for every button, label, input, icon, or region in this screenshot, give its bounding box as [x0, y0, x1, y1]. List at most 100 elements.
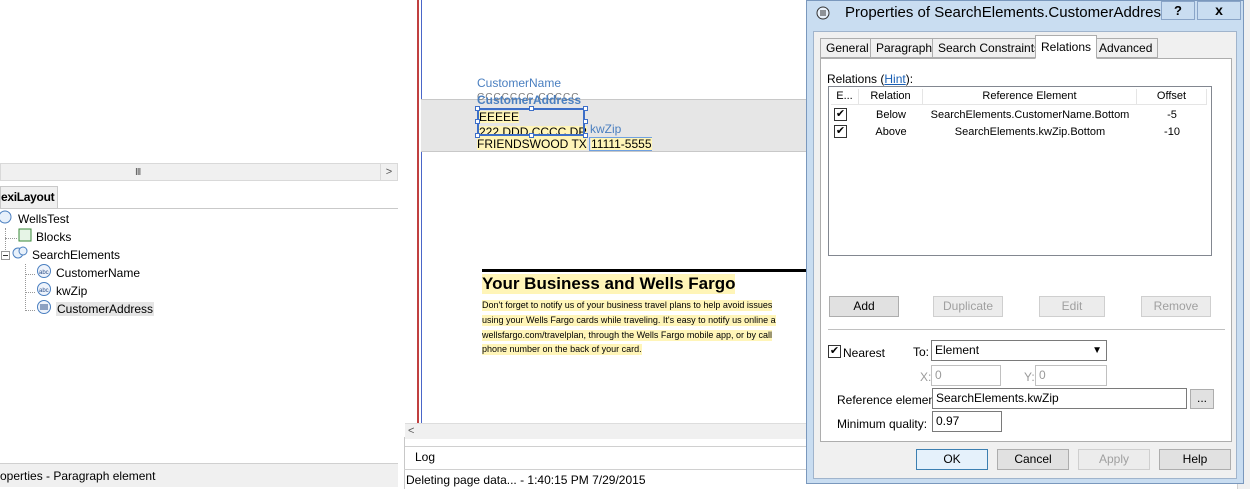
globe-icon — [0, 210, 14, 229]
doc-line-zip: 11111-5555 — [591, 137, 652, 151]
tree-connector — [25, 292, 35, 293]
doc-line-city: FRIENDSWOOD TX — [477, 137, 587, 151]
svg-text:abc: abc — [39, 270, 49, 276]
duplicate-button[interactable]: Duplicate — [933, 296, 1003, 317]
left-status-bar: operties - Paragraph element — [0, 463, 398, 487]
edit-button[interactable]: Edit — [1039, 296, 1105, 317]
properties-dialog: Properties of SearchElements.CustomerAdd… — [806, 0, 1244, 484]
row-relation: Above — [875, 126, 907, 138]
tab-general[interactable]: General — [820, 38, 875, 58]
relations-label: Relations (Hint): — [827, 72, 913, 86]
row-reference: SearchElements.CustomerName.Bottom — [930, 109, 1130, 121]
block-icon — [18, 228, 32, 247]
title-help-button[interactable]: ? — [1161, 1, 1195, 20]
scroll-left-arrow[interactable]: < — [408, 425, 414, 437]
scroll-right-arrow[interactable]: > — [380, 164, 397, 180]
relations-label-text: Relations ( — [827, 72, 885, 86]
to-select[interactable]: Element ▼ — [931, 340, 1107, 361]
element-label-customeraddress[interactable]: CustomerAddress — [477, 93, 581, 107]
row-reference: SearchElements.kwZip.Bottom — [954, 126, 1106, 138]
tree-item-label: WellsTest — [18, 212, 70, 226]
selected-element-box[interactable] — [477, 108, 585, 136]
resize-handle[interactable] — [529, 106, 534, 111]
minimum-quality-label: Minimum quality: — [837, 417, 928, 431]
document-canvas[interactable] — [404, 0, 806, 437]
column-header-relation[interactable]: Relation — [859, 89, 923, 105]
margin-line — [421, 0, 422, 423]
tree-item-kwzip[interactable]: abc kwZip — [36, 282, 87, 300]
log-panel — [405, 446, 806, 469]
tab-search-constraints[interactable]: Search Constraints — [932, 38, 1047, 58]
nearest-label: Nearest — [843, 346, 886, 360]
tab-log[interactable]: Log — [415, 450, 435, 464]
row-offset: -10 — [1164, 126, 1180, 138]
add-button[interactable]: Add — [829, 296, 899, 317]
tree-item-customeraddress[interactable]: CustomerAddress — [36, 300, 155, 319]
column-header-offset[interactable]: Offset — [1137, 89, 1207, 105]
relations-list[interactable]: E... Relation Reference Element Offset ✔… — [828, 86, 1212, 256]
tree-item-wellstest[interactable]: WellsTest — [0, 210, 69, 228]
y-field[interactable]: 0 — [1035, 365, 1107, 386]
chevron-down-icon: ▼ — [1092, 345, 1102, 356]
svg-text:abc: abc — [39, 288, 49, 294]
horizontal-scrollbar[interactable]: III > — [0, 163, 398, 181]
ok-button[interactable]: OK — [916, 449, 988, 470]
tab-divider — [0, 208, 398, 209]
article-title: Your Business and Wells Fargo — [482, 274, 736, 294]
relations-panel: Relations (Hint): E... Relation Referenc… — [820, 58, 1232, 442]
browse-button[interactable]: ... — [1190, 389, 1214, 409]
y-label: Y: — [1024, 370, 1035, 384]
tree-item-label: Blocks — [36, 230, 72, 244]
cancel-button[interactable]: Cancel — [997, 449, 1069, 470]
minimum-quality-field[interactable]: 0.97 — [932, 411, 1002, 432]
resize-handle[interactable] — [583, 106, 588, 111]
title-close-button[interactable]: x — [1197, 1, 1241, 20]
resize-handle[interactable] — [475, 106, 480, 111]
resize-handle[interactable] — [583, 119, 588, 124]
element-label-kwzip[interactable]: kwZip — [590, 122, 621, 136]
tab-relations[interactable]: Relations — [1035, 35, 1098, 59]
x-label: X: — [920, 370, 932, 384]
resize-handle[interactable] — [475, 119, 480, 124]
text-element-icon: abc — [36, 282, 52, 301]
article-paragraph-line: using your Wells Fargo cards while trave… — [482, 315, 776, 326]
tree-item-label: SearchElements — [32, 248, 121, 262]
dialog-title: Properties of SearchElements.CustomerAdd… — [845, 4, 1169, 21]
row-enabled-checkbox[interactable]: ✔ — [834, 108, 847, 121]
paragraph-element-icon — [36, 300, 52, 319]
hint-link[interactable]: Hint — [884, 72, 905, 86]
nearest-checkbox[interactable]: ✔ — [828, 345, 841, 358]
tab-flexilayout[interactable]: exiLayout — [0, 186, 58, 208]
tree-item-customername[interactable]: abc CustomerName — [36, 264, 140, 282]
reference-element-field[interactable]: SearchElements.kwZip — [932, 388, 1187, 409]
tree-item-blocks[interactable]: Blocks — [18, 228, 71, 246]
document-hscrollbar[interactable]: < — [405, 423, 806, 439]
to-label: To: — [913, 345, 930, 359]
reference-element-label: Reference element: — [837, 393, 942, 407]
margin-line — [417, 0, 419, 423]
x-field[interactable]: 0 — [931, 365, 1001, 386]
element-label-customername[interactable]: CustomerName — [477, 76, 561, 90]
collapse-icon[interactable] — [1, 247, 10, 265]
to-select-value: Element — [935, 343, 980, 357]
remove-button[interactable]: Remove — [1141, 296, 1211, 317]
apply-button[interactable]: Apply — [1078, 449, 1150, 470]
relations-label-end: ): — [905, 72, 914, 86]
column-header-reference[interactable]: Reference Element — [923, 89, 1137, 105]
help-button[interactable]: Help — [1159, 449, 1231, 470]
column-header-enabled[interactable]: E... — [831, 89, 859, 105]
search-elements-icon — [12, 246, 28, 265]
scroll-grip[interactable]: III — [135, 167, 141, 178]
dialog-title-bar[interactable]: Properties of SearchElements.CustomerAdd… — [807, 1, 1243, 27]
article-rule — [482, 269, 806, 272]
tree-item-label: kwZip — [56, 284, 88, 298]
row-relation: Below — [876, 109, 906, 121]
article-paragraph-line: phone number on the back of your card. — [482, 344, 642, 355]
tab-advanced[interactable]: Advanced — [1093, 38, 1159, 58]
tab-paragraph[interactable]: Paragraph — [870, 38, 939, 58]
row-enabled-checkbox[interactable]: ✔ — [834, 125, 847, 138]
row-offset: -5 — [1167, 109, 1177, 121]
article-paragraph-line: Don't forget to notify us of your busine… — [482, 300, 773, 311]
properties-icon — [816, 6, 830, 20]
tree-item-searchelements[interactable]: SearchElements — [1, 246, 120, 264]
